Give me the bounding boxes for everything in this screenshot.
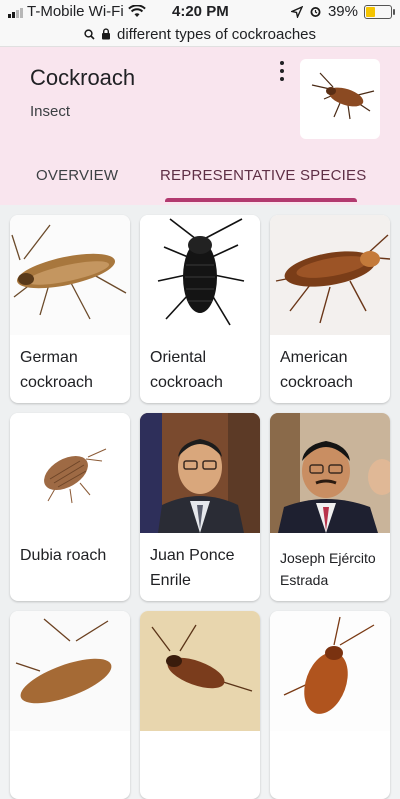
species-name: American cockroach [280,349,353,391]
species-name: Dubia roach [20,547,107,564]
species-card-german-cockroach[interactable]: German cockroach [10,215,130,403]
species-card-partial-1[interactable] [10,611,130,799]
address-bar[interactable]: different types of cockroaches [0,22,400,47]
cockroach-image [140,611,260,731]
species-card-oriental-cockroach[interactable]: Oriental cockroach [140,215,260,403]
alarm-icon [310,7,321,17]
species-name: German cockroach [20,349,93,391]
entity-title: Cockroach [30,65,136,90]
wifi-icon [127,5,146,17]
species-name: Joseph Ejército Estrada [280,550,376,588]
oriental-cockroach-image [140,215,260,335]
entity-subtitle: Insect [30,103,71,120]
tab-overview[interactable]: OVERVIEW [36,167,118,184]
entity-thumbnail[interactable] [300,59,380,139]
juan-ponce-enrile-photo [140,413,260,533]
tab-representative-species[interactable]: REPRESENTATIVE SPECIES [160,167,366,184]
species-grid: German cockroach Oriental cockroach Amer… [0,205,400,799]
german-cockroach-image [10,215,130,335]
status-right: 39% [290,3,395,20]
lock-icon [102,28,110,40]
status-bar: T-Mobile Wi-Fi 4:20 PM 39% [0,0,400,22]
battery-icon [364,4,395,19]
active-tab-indicator [165,198,357,202]
carrier-label: T-Mobile Wi-Fi [27,3,124,20]
cockroach-image [270,611,390,731]
clock: 4:20 PM [172,3,229,20]
species-card-juan-ponce-enrile[interactable]: Juan Ponce Enrile [140,413,260,601]
cockroach-thumbnail-image [311,72,375,120]
species-card-partial-3[interactable] [270,611,390,799]
search-icon [84,28,95,40]
species-card-partial-2[interactable] [140,611,260,799]
species-name: Juan Ponce Enrile [150,547,235,589]
species-name: Oriental cockroach [150,349,223,391]
status-left: T-Mobile Wi-Fi [8,3,146,20]
url-query: different types of cockroaches [117,25,316,43]
species-card-joseph-ejercito-estrada[interactable]: Joseph Ejército Estrada [270,413,390,601]
battery-percent: 39% [327,3,358,20]
dubia-roach-image [10,413,130,533]
cockroach-image [10,611,130,731]
species-card-american-cockroach[interactable]: American cockroach [270,215,390,403]
more-options-icon[interactable] [276,61,288,81]
joseph-ejercito-estrada-photo [270,413,390,533]
entity-header: Cockroach Insect OVERVIEW REPRESENTATIVE… [0,47,400,205]
location-arrow-icon [290,5,303,18]
signal-icon [8,6,23,18]
american-cockroach-image [270,215,390,335]
species-card-dubia-roach[interactable]: Dubia roach [10,413,130,601]
